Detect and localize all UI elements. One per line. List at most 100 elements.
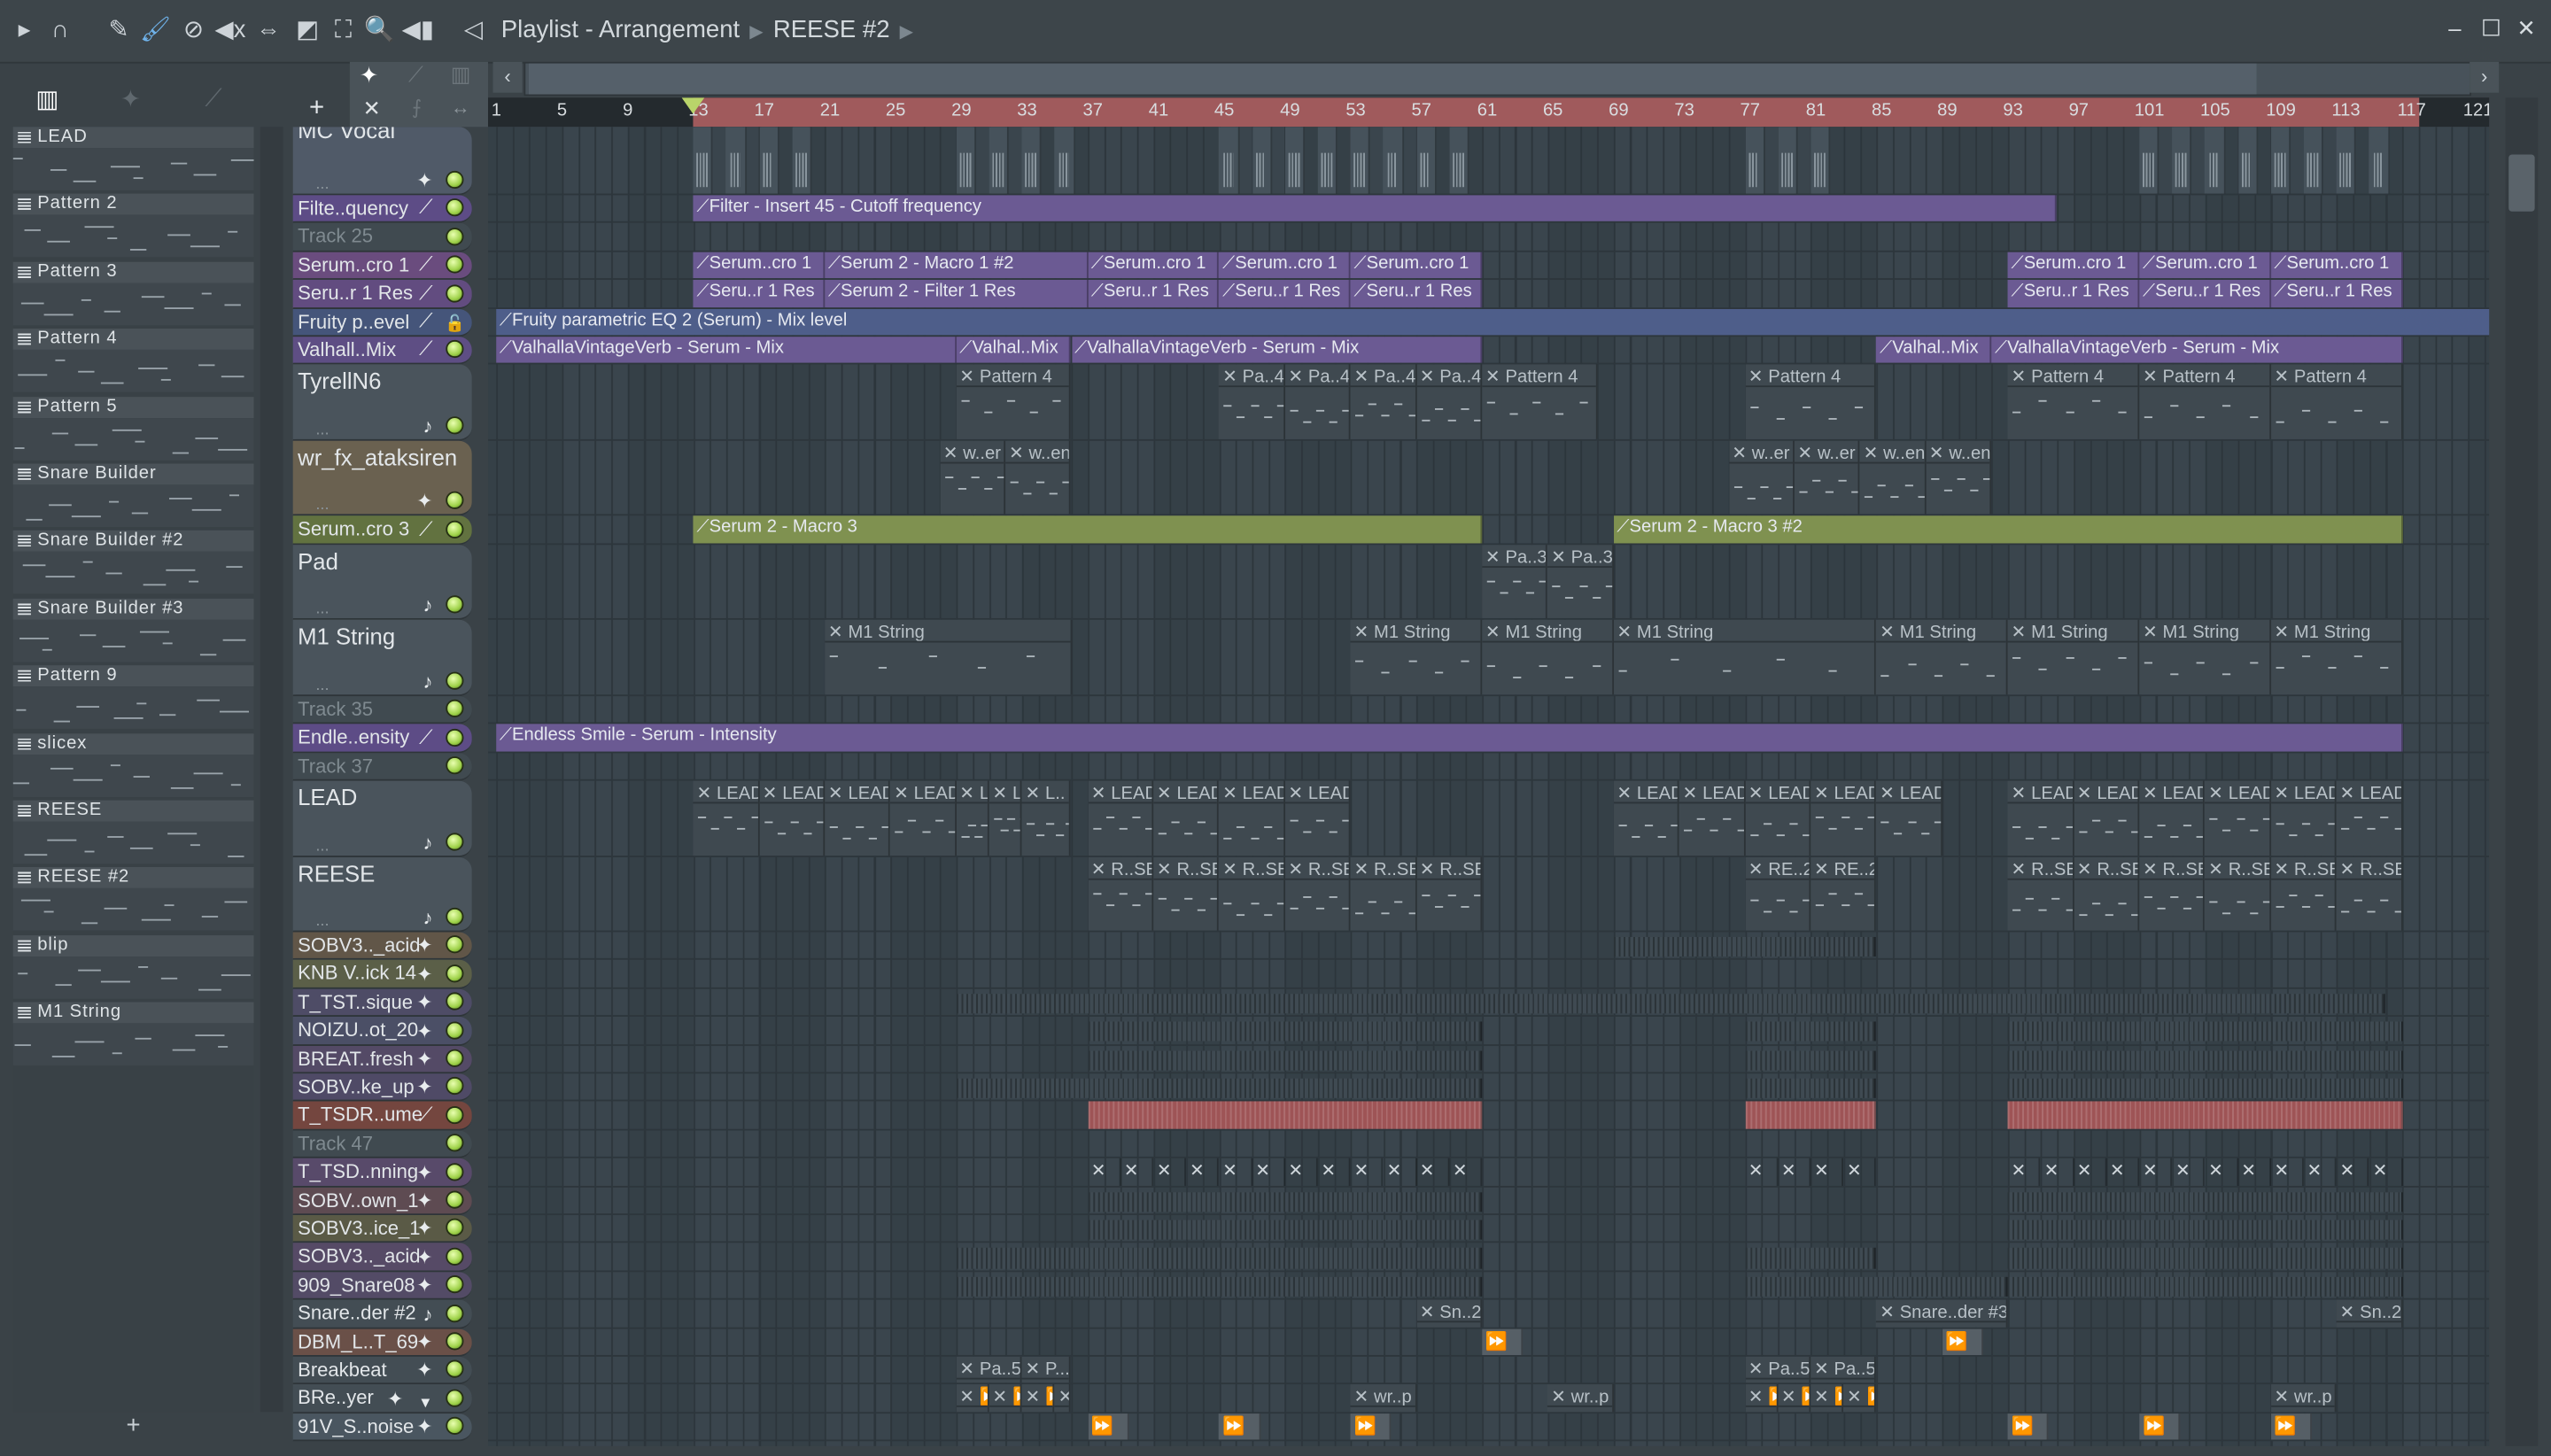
audio-clip[interactable] [1284,127,1305,194]
track-mute-led[interactable] [446,1219,464,1237]
pattern-clip[interactable]: ⏩ [1482,1328,1524,1355]
track-mute-led[interactable] [446,1389,464,1407]
pattern-clip[interactable]: ✕ ⏩ [1843,1384,1877,1412]
automation-clip[interactable]: ⟋Serum..cro 1 [693,252,826,279]
clip-marker[interactable]: ✕ [1285,1158,1318,1186]
pattern-clip[interactable] [2007,1220,2403,1240]
pattern-clip[interactable]: ✕ LEAD [1153,780,1220,856]
clip-marker[interactable]: ✕ [1843,1158,1877,1186]
pattern-clip[interactable]: ✕ M1 String [1350,620,1483,694]
pattern-clip[interactable] [2007,1021,2403,1042]
audio-clip[interactable] [2139,127,2159,194]
clip-marker[interactable]: ✕ [1153,1158,1187,1186]
pattern-clip[interactable]: ✕ R..SE [1219,856,1285,931]
track-name[interactable]: Serum..cro 3 [298,518,409,541]
vertical-scroll-thumb[interactable] [2508,154,2535,212]
stretch-icon[interactable]: ↔ [451,96,470,119]
track-mute-led[interactable] [446,1247,464,1266]
pattern-clip[interactable]: ✕ LEAD [1745,780,1811,856]
track-header[interactable]: TyrellN6... ♪ [292,365,472,441]
track-header[interactable]: T_TSD..nning ✦ [292,1158,472,1188]
automation-icon[interactable]: ⟋ [408,62,423,88]
pattern-clip[interactable] [1745,1049,1877,1071]
track-mute-led[interactable] [446,170,464,190]
track-name[interactable]: Track 37 [298,754,373,777]
clip-marker[interactable]: ✕ [1186,1158,1220,1186]
pattern-clip[interactable] [1088,1049,1483,1071]
track-mute-led[interactable] [446,1020,464,1039]
vertical-scrollbar[interactable] [2505,97,2539,1446]
track-header[interactable]: M1 String... ♪ [292,620,472,696]
pattern-clip[interactable]: ✕ Pattern 4 [2139,365,2271,439]
pattern-clip[interactable]: ⏩ [1219,1413,1260,1440]
pattern-clip[interactable]: ✕ Pa..4 [1416,365,1483,439]
clip-marker[interactable]: ✕ [2008,1158,2041,1186]
track-header[interactable]: Pad... ♪ [292,544,472,621]
pattern-clip[interactable]: ✕ Sn..2 [2336,1299,2403,1327]
pattern-clip[interactable]: ⏩ [2007,1413,2050,1440]
audio-clip[interactable] [1811,127,1831,194]
pattern-clip[interactable]: ✕ M1 String [2139,620,2271,694]
track-name[interactable]: NOIZU..ot_20 [298,1018,418,1042]
clip-marker[interactable]: ✕ [1219,1158,1252,1186]
track-mute-led[interactable] [446,1049,464,1067]
track-mute-led[interactable] [446,700,464,718]
picker-item[interactable]: M1 String [12,1002,254,1070]
picker-scrollbar[interactable] [260,127,283,1413]
clip-marker[interactable]: ✕ [1120,1158,1154,1186]
track-mute-led[interactable] [446,1332,464,1351]
mute-icon[interactable]: ◀x [214,16,245,45]
pattern-clip[interactable]: ✕ Snare..der #3 [1876,1299,2008,1327]
track-name[interactable]: KNB V..ick 14 [298,962,416,985]
automation-clip[interactable]: ⟋Serum 2 - Macro 1 #2 [825,252,1089,279]
track-header[interactable]: Serum..cro 3 ⟋ [292,515,472,545]
pattern-clip[interactable]: ✕ Pa..3 [1547,544,1614,619]
pattern-clip[interactable]: ✕ LEAD [2007,780,2074,856]
arrangement-overview-scrollbar[interactable] [523,61,2471,97]
pattern-clip[interactable]: ✕ Pattern 4 [1482,365,1598,439]
audio-clip[interactable] [2369,127,2390,194]
pattern-clip[interactable]: ✕ P... [1021,1356,1072,1383]
clip-marker[interactable]: ✕ [2337,1158,2369,1186]
pattern-clip[interactable] [1745,1248,1877,1268]
automation-clip[interactable]: ⟋Seru..r 1 Res [2007,280,2140,307]
track-name[interactable]: T_TSD..nning [298,1160,418,1183]
pattern-clip[interactable]: ✕ R..SE [1416,856,1483,931]
pattern-clip[interactable]: ✕ LEAD [1811,780,1877,856]
picker-item[interactable]: REESE #2 [12,867,254,935]
automation-clip[interactable]: ⟋Endless Smile - Serum - Intensity [496,724,2403,751]
track-mute-led[interactable] [446,1417,464,1436]
picker-item[interactable]: blip [12,934,254,1003]
pattern-clip[interactable]: ✕ LEAD [1088,780,1154,856]
pattern-clip[interactable]: ✕ LEAD [693,780,759,856]
track-header[interactable]: SOBV..own_1 ✦ [292,1187,472,1216]
track-name[interactable]: Breakbeat [298,1359,386,1382]
automation-clip[interactable]: ⟋Seru..r 1 Res [2270,280,2403,307]
track-header[interactable]: Track 35 [292,695,472,724]
clip-marker[interactable]: ✕ [1811,1158,1844,1186]
pattern-clip[interactable]: ✕ w..er [1794,440,1860,515]
track-name[interactable]: M1 String [298,623,395,649]
magnet-icon[interactable]: ∩ [45,16,74,45]
pattern-clip[interactable] [1745,1021,1877,1042]
track-options-icon[interactable]: ... [315,600,329,618]
pattern-clip[interactable]: ✕ Pa..5 [1811,1356,1877,1383]
pattern-clip[interactable]: ✕ R..SE [2336,856,2403,931]
track-header[interactable]: 91V_S..noise ✦ [292,1413,472,1442]
track-name[interactable]: Pad [298,548,338,574]
automation-clip[interactable]: ⟋Seru..r 1 Res [2139,280,2271,307]
track-name[interactable]: T_TST..sique [298,990,413,1013]
track-name[interactable]: SOBV3..ice_1 [298,1217,420,1240]
clip-marker[interactable]: ✕ [2271,1158,2304,1186]
track-mute-led[interactable] [446,1077,464,1096]
breadcrumb-arrow-icon[interactable]: ▶ [900,23,914,43]
pattern-clip[interactable]: ✕ w..en [1926,440,1992,515]
pattern-clip[interactable]: ✕ LEAD [1876,780,1942,856]
automation-clip[interactable]: ⟋Filter - Insert 45 - Cutoff frequency [693,195,2058,222]
automation-clip[interactable]: ⟋Seru..r 1 Res [1088,280,1220,307]
dropdown-arrow-icon[interactable]: ▼ [418,1394,432,1410]
pattern-clip[interactable]: ✕ R..SE [1088,856,1154,931]
pattern-clip[interactable] [956,1078,1483,1099]
track-header[interactable]: REESE... ♪ [292,856,472,933]
track-header[interactable]: SOBV3.._acid ✦ [292,932,472,961]
